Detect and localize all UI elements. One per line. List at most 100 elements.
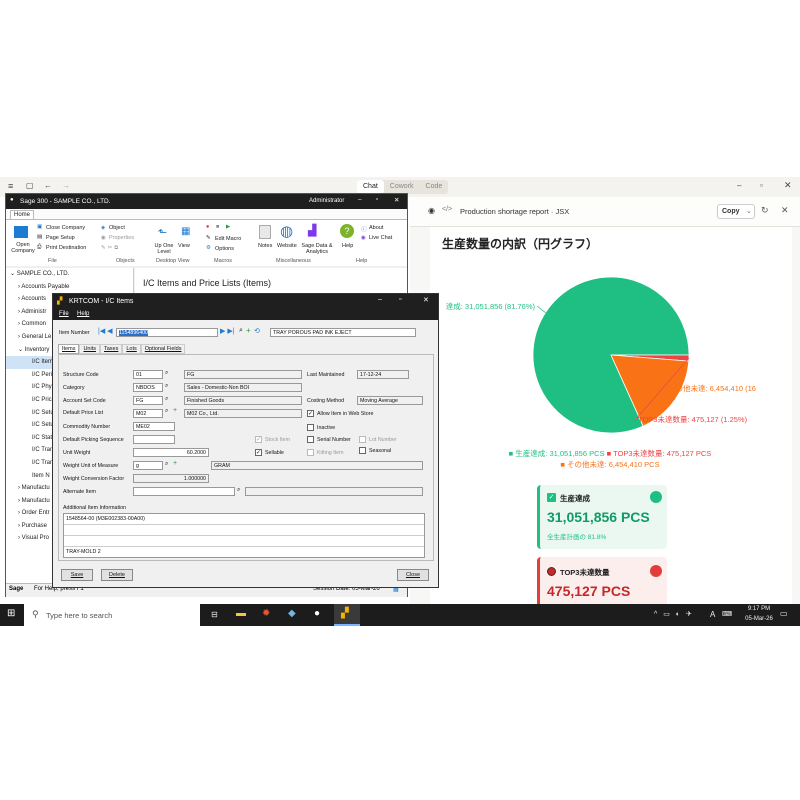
zoom-icon[interactable]: ⟲ — [254, 327, 260, 335]
maximize-icon[interactable]: ▫ — [399, 296, 401, 303]
additional-info-line[interactable] — [64, 536, 424, 547]
task-view-icon[interactable]: ⊟ — [211, 610, 218, 619]
input-language[interactable]: A — [710, 610, 715, 619]
code-toggle-icon[interactable]: </> — [442, 206, 452, 213]
nav-first-prev-icon[interactable]: |◀ ◀ — [98, 327, 113, 335]
file-explorer-icon[interactable]: ▬ — [236, 608, 246, 619]
finder-icon[interactable]: ⌕ — [165, 396, 168, 403]
delete-button[interactable]: Delete — [101, 569, 133, 581]
object-button[interactable]: Object — [109, 225, 125, 231]
tab-optional-fields[interactable]: Optional Fields — [140, 344, 186, 354]
tab-items[interactable]: Items — [58, 344, 80, 354]
additional-info-line[interactable]: 1548564-00 (M3E002383-00A00) — [64, 514, 424, 525]
up-one-level-button[interactable]: Up One Level — [152, 243, 176, 255]
unit-weight-input[interactable]: 60.2000 — [133, 448, 209, 457]
tab-code[interactable]: Code — [420, 180, 449, 194]
windows-start-icon[interactable]: ⊞ — [7, 608, 15, 619]
keyboard-icon[interactable]: ⌨ — [722, 610, 732, 618]
tab-cowork[interactable]: Cowork — [384, 180, 420, 194]
weight-uom-input[interactable]: g — [133, 461, 163, 470]
about-button[interactable]: About — [369, 225, 383, 231]
clock-date[interactable]: 05-Mar-26 — [739, 616, 779, 622]
stock-item-checkbox[interactable]: ✓ — [255, 436, 262, 443]
app-icon[interactable]: ✹ — [262, 608, 270, 619]
help-button[interactable]: Help — [342, 243, 353, 249]
sidebar-icon[interactable]: ▢ — [26, 181, 34, 190]
finder-icon[interactable]: ⌕ — [239, 327, 243, 335]
forward-icon[interactable]: → — [62, 181, 70, 190]
menu-icon[interactable]: ≡ — [8, 181, 13, 191]
close-company-button[interactable]: Close Company — [46, 225, 85, 231]
menu-help[interactable]: Help — [77, 311, 89, 317]
new-icon[interactable]: + — [246, 326, 251, 335]
sage-data-analytics-button[interactable]: Sage Data & Analytics — [300, 243, 334, 255]
picking-sequence-input[interactable] — [133, 435, 175, 444]
new-icon[interactable]: + — [173, 460, 177, 467]
refresh-icon[interactable]: ↻ — [761, 205, 769, 216]
new-icon[interactable]: + — [173, 407, 177, 414]
inactive-checkbox[interactable] — [307, 424, 314, 431]
chat-app-icon[interactable]: ● — [314, 608, 320, 619]
tab-taxes[interactable]: Taxes — [99, 344, 123, 354]
print-destination-button[interactable]: Print Destination — [46, 245, 86, 251]
sellable-checkbox[interactable]: ✓ — [255, 449, 262, 456]
close-button[interactable]: Close — [397, 569, 429, 581]
finder-icon[interactable]: ⌕ — [165, 383, 168, 390]
menu-file[interactable]: File — [59, 311, 69, 317]
notes-button[interactable]: Notes — [258, 243, 272, 249]
options-button[interactable]: Options — [215, 246, 234, 252]
close-icon[interactable]: ✕ — [784, 180, 792, 191]
maximize-icon[interactable]: ▫ — [760, 181, 763, 190]
system-tray-icons[interactable]: ^ ▭ ◐ ✈ — [654, 610, 694, 618]
price-list-input[interactable]: M02 — [133, 409, 163, 418]
open-company-button[interactable]: Open Company — [9, 242, 37, 254]
close-icon[interactable]: ✕ — [423, 296, 429, 304]
tab-home[interactable]: Home — [10, 210, 35, 219]
finder-icon[interactable]: ⌕ — [165, 461, 168, 468]
properties-button[interactable]: Properties — [109, 235, 134, 241]
copy-button[interactable]: Copy ⌄ — [717, 204, 755, 219]
alternate-item-input[interactable] — [133, 487, 235, 496]
category-input[interactable]: NBDOS — [133, 383, 163, 392]
back-icon[interactable]: ← — [44, 181, 52, 190]
tab-chat[interactable]: Chat — [357, 180, 384, 194]
sage-taskbar-button[interactable]: ▞ — [334, 604, 360, 626]
minimize-icon[interactable]: – — [737, 181, 741, 190]
taskbar-search[interactable]: ⚲ Type here to search — [24, 604, 200, 626]
additional-info-line[interactable]: TRAY-MOLD 2 — [64, 547, 424, 557]
item-number-input[interactable]: 1154896400 — [116, 328, 218, 337]
structure-code-input[interactable]: 01 — [133, 370, 163, 379]
account-set-input[interactable]: FG — [133, 396, 163, 405]
finder-icon[interactable]: ⌕ — [165, 408, 168, 415]
minimize-icon[interactable]: – — [358, 196, 362, 203]
additional-info-box[interactable]: 1548564-00 (M3E002383-00A00) TRAY-MOLD 2 — [63, 513, 425, 558]
nav-next-last-icon[interactable]: ▶ ▶| — [220, 327, 235, 335]
minimize-icon[interactable]: – — [378, 296, 382, 303]
clock-time[interactable]: 9:17 PM — [744, 606, 774, 612]
tree-item[interactable]: › Accounts Payable — [6, 281, 133, 294]
view-button[interactable]: View — [178, 243, 190, 249]
additional-info-line[interactable] — [64, 525, 424, 536]
commodity-input[interactable]: ME02 — [133, 422, 175, 431]
website-button[interactable]: Website — [277, 243, 297, 249]
item-description-input[interactable]: TRAY POROUS PAD INK EJECT — [270, 328, 416, 337]
notifications-icon[interactable]: ▭ — [780, 609, 788, 618]
close-icon[interactable]: ✕ — [394, 196, 399, 204]
edit-macro-button[interactable]: Edit Macro — [215, 236, 241, 242]
app-icon[interactable]: ◆ — [288, 608, 296, 619]
finder-icon[interactable]: ⌕ — [165, 370, 168, 377]
save-button[interactable]: Save — [61, 569, 93, 581]
page-setup-button[interactable]: Page Setup — [46, 235, 75, 241]
lot-number-checkbox[interactable] — [359, 436, 366, 443]
live-chat-button[interactable]: Live Chat — [369, 235, 392, 241]
kitting-item-checkbox[interactable] — [307, 449, 314, 456]
serial-number-checkbox[interactable] — [307, 436, 314, 443]
preview-eye-icon[interactable]: ◉ — [428, 206, 435, 215]
close-artifact-icon[interactable]: ✕ — [781, 205, 789, 216]
tab-units[interactable]: Units — [79, 344, 100, 354]
maximize-icon[interactable]: ▫ — [376, 196, 378, 203]
allow-web-store-checkbox[interactable]: ✓ — [307, 410, 314, 417]
seasonal-checkbox[interactable] — [359, 447, 366, 454]
tree-item[interactable]: ⌄ SAMPLE CO., LTD. — [6, 268, 133, 281]
finder-icon[interactable]: ⌕ — [237, 487, 240, 494]
